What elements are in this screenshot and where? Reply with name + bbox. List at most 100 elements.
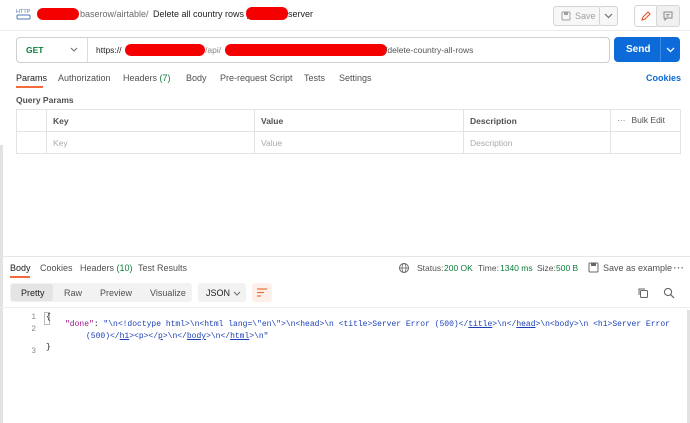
time-value[interactable]: 1340 ms bbox=[500, 263, 533, 273]
save-dropdown-button[interactable] bbox=[599, 6, 618, 26]
more-options-icon[interactable]: ⋯ bbox=[617, 115, 626, 125]
header-divider bbox=[0, 30, 690, 31]
json-string-part: >\n</ bbox=[492, 320, 517, 329]
json-line-2[interactable]: "done": "\n<!doctype html>\n<html lang=\… bbox=[65, 320, 670, 329]
tab-pre-request-script[interactable]: Pre-request Script bbox=[220, 73, 293, 83]
status-value[interactable]: 200 OK bbox=[444, 263, 473, 273]
line-number: 3 bbox=[31, 347, 36, 356]
bulk-edit-button[interactable]: Bulk Edit bbox=[632, 115, 666, 125]
column-header-value: Value bbox=[254, 109, 464, 132]
line-number: 2 bbox=[31, 325, 36, 334]
tab-headers-label: Headers bbox=[123, 73, 158, 83]
comments-button[interactable] bbox=[656, 5, 680, 27]
chevron-down-icon[interactable] bbox=[666, 47, 675, 53]
send-options-divider bbox=[660, 37, 661, 62]
status-label: Status: bbox=[417, 263, 444, 273]
view-mode-pretty-label: Pretty bbox=[21, 288, 45, 298]
description-input[interactable]: Description bbox=[463, 131, 611, 154]
key-input[interactable]: Key bbox=[46, 131, 255, 154]
column-header-key: Key bbox=[46, 109, 255, 132]
json-line-2-wrap[interactable]: (500)</h1><p></p>\n</body>\n</html>\n" bbox=[86, 332, 268, 341]
url-prefix: https:// bbox=[96, 45, 122, 55]
save-label: Save bbox=[575, 11, 596, 21]
query-params-title: Query Params bbox=[16, 95, 74, 105]
save-icon bbox=[588, 262, 599, 273]
wrap-lines-icon bbox=[257, 288, 267, 297]
response-divider bbox=[0, 256, 690, 257]
value-input[interactable]: Value bbox=[254, 131, 464, 154]
tab-tests[interactable]: Tests bbox=[304, 73, 325, 83]
json-open-brace: { bbox=[46, 313, 51, 322]
response-headers-count: (10) bbox=[116, 263, 133, 273]
size-value[interactable]: 500 B bbox=[556, 263, 578, 273]
json-string-part: head bbox=[516, 320, 536, 329]
query-params-table: Key Value Description ⋯ Bulk Edit Key Val… bbox=[16, 109, 681, 154]
table-row: Key Value Description bbox=[16, 131, 681, 154]
request-name[interactable]: Delete all country rows | bbox=[153, 9, 249, 19]
json-string-part: ><p></ bbox=[129, 332, 159, 341]
format-beautify-button[interactable] bbox=[252, 283, 272, 302]
empty-cell bbox=[610, 131, 681, 154]
table-header-row: Key Value Description ⋯ Bulk Edit bbox=[16, 109, 681, 132]
url-path-api: /api/ bbox=[205, 45, 222, 55]
copy-icon[interactable] bbox=[637, 287, 649, 299]
chevron-down-icon bbox=[70, 47, 78, 52]
search-icon[interactable] bbox=[663, 287, 675, 299]
response-tab-headers[interactable]: Headers (10) bbox=[80, 263, 133, 273]
view-mode-raw[interactable]: Raw bbox=[64, 288, 82, 298]
json-string-part: >\n" bbox=[249, 332, 269, 341]
response-tab-test-results[interactable]: Test Results bbox=[138, 263, 187, 273]
time-label: Time: bbox=[478, 263, 499, 273]
request-name-suffix[interactable]: server bbox=[288, 9, 313, 19]
line-number: 1 bbox=[31, 313, 36, 322]
http-request-icon: HTTP bbox=[16, 9, 31, 20]
send-button[interactable]: Send bbox=[626, 44, 650, 55]
json-colon: : bbox=[93, 320, 104, 329]
json-string-part: html bbox=[230, 332, 250, 341]
svg-text:HTTP: HTTP bbox=[16, 9, 31, 15]
tab-headers[interactable]: Headers (7) bbox=[123, 73, 171, 83]
response-tab-body[interactable]: Body bbox=[10, 263, 31, 273]
redacted-host bbox=[125, 44, 205, 56]
json-string-part: (500)</ bbox=[86, 332, 120, 341]
cookies-link[interactable]: Cookies bbox=[646, 73, 681, 83]
tab-settings[interactable]: Settings bbox=[339, 73, 372, 83]
json-string-part: >\n</ bbox=[206, 332, 231, 341]
edit-button[interactable] bbox=[634, 5, 658, 27]
view-mode-preview[interactable]: Preview bbox=[100, 288, 132, 298]
json-string-part: title bbox=[468, 320, 493, 329]
format-select[interactable]: JSON bbox=[198, 283, 246, 302]
chevron-down-icon bbox=[604, 13, 613, 19]
size-label: Size: bbox=[537, 263, 556, 273]
request-url-bar: GET https:// /api/ /delete-country-all-r… bbox=[16, 37, 610, 63]
save-button[interactable]: Save bbox=[553, 6, 601, 26]
save-icon bbox=[561, 11, 571, 21]
globe-icon[interactable] bbox=[398, 262, 410, 274]
tab-authorization[interactable]: Authorization bbox=[58, 73, 111, 83]
view-mode-visualize[interactable]: Visualize bbox=[150, 288, 186, 298]
checkbox-column-header bbox=[16, 109, 47, 132]
send-button-group: Send bbox=[614, 37, 680, 62]
json-close-brace: } bbox=[46, 343, 51, 352]
breadcrumb-path[interactable]: baserow/airtable bbox=[80, 9, 146, 19]
json-string-part: h1 bbox=[119, 332, 130, 341]
more-options-icon[interactable]: ⋯ bbox=[673, 261, 684, 274]
bulk-edit-cell: ⋯ Bulk Edit bbox=[610, 109, 681, 132]
tab-body[interactable]: Body bbox=[186, 73, 207, 83]
view-mode-pretty[interactable]: Pretty bbox=[11, 284, 53, 301]
pencil-icon bbox=[641, 11, 651, 21]
tab-params[interactable]: Params bbox=[16, 73, 47, 83]
chevron-down-icon bbox=[233, 291, 241, 296]
save-as-example-button[interactable]: Save as example bbox=[603, 263, 672, 273]
url-input[interactable]: https:// /api/ /delete-country-all-rows bbox=[89, 38, 607, 62]
column-header-description: Description bbox=[463, 109, 611, 132]
method-select[interactable]: GET bbox=[17, 38, 88, 62]
format-label: JSON bbox=[206, 288, 231, 298]
redacted-path bbox=[225, 44, 387, 56]
breadcrumb-separator: / bbox=[146, 9, 149, 19]
redacted-request-name bbox=[246, 7, 288, 20]
response-tab-cookies[interactable]: Cookies bbox=[40, 263, 73, 273]
view-mode-segment: Pretty Raw Preview Visualize bbox=[10, 283, 192, 302]
scrollbar-left[interactable] bbox=[0, 145, 3, 423]
tab-headers-count: (7) bbox=[159, 73, 171, 83]
